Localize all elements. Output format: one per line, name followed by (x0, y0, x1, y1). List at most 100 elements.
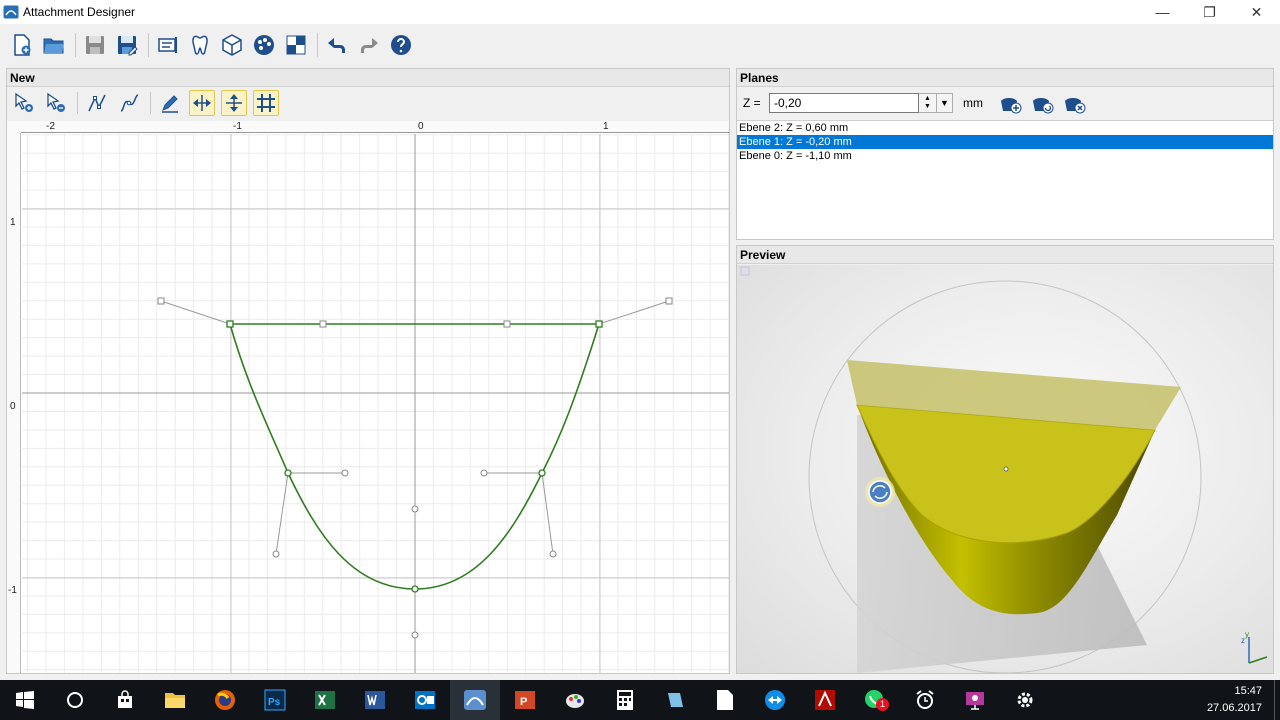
grid-button[interactable] (253, 90, 279, 116)
plane-delete-button[interactable] (1061, 90, 1089, 116)
toolbar-separator (317, 33, 318, 57)
drawing-canvas[interactable]: -2 -1 0 1 1 0 -1 (7, 121, 729, 673)
handle-point[interactable] (319, 320, 327, 328)
save-button[interactable] (81, 31, 109, 59)
tooth-button[interactable] (186, 31, 214, 59)
plane-refresh-button[interactable] (1029, 90, 1057, 116)
new-document-button[interactable] (8, 31, 36, 59)
attachment-designer-taskbar-button[interactable] (450, 680, 500, 720)
major-grid (22, 134, 729, 673)
plane-list-item[interactable]: Ebene 0: Z = -1,10 mm (737, 149, 1273, 163)
alarm-clock-button[interactable] (900, 680, 950, 720)
handle-point[interactable] (341, 469, 349, 477)
ruler-corner (7, 121, 21, 133)
teamviewer-button[interactable] (750, 680, 800, 720)
minor-grid (22, 134, 729, 673)
select-remove-button[interactable] (43, 90, 69, 116)
handle-point[interactable] (157, 297, 165, 305)
alarm-clock-icon (916, 690, 934, 709)
handle-point[interactable] (665, 297, 673, 305)
firefox-icon (215, 690, 235, 710)
excel-button[interactable] (300, 680, 350, 720)
curve-add-button[interactable] (84, 90, 110, 116)
app-window: Attachment Designer — ❐ ✕ New -2 -1 0 1 … (0, 0, 1280, 720)
cortana-button[interactable] (50, 680, 100, 720)
spin-down-icon[interactable]: ▼ (924, 103, 931, 111)
whatsapp-button[interactable]: 1 (850, 680, 900, 720)
restore-button[interactable]: ❐ (1186, 0, 1233, 24)
handle-point[interactable] (411, 631, 419, 639)
new-panel-title: New (7, 69, 729, 87)
plane-list-item[interactable]: Ebene 2: Z = 0,60 mm (737, 121, 1273, 135)
control-point[interactable] (411, 585, 419, 593)
ruler-left: 1 0 -1 (7, 133, 21, 673)
handle-point[interactable] (411, 505, 419, 513)
rotate-handle-icon[interactable] (865, 477, 895, 507)
photoshop-button[interactable]: Ps (250, 680, 300, 720)
adobe-button[interactable] (800, 680, 850, 720)
z-spinner[interactable]: ▲ ▼ (919, 93, 937, 113)
handle-point[interactable] (503, 320, 511, 328)
viewport-corner-icon (740, 266, 750, 276)
firefox-button[interactable] (200, 680, 250, 720)
teamviewer-icon (765, 690, 785, 710)
select-add-button[interactable] (11, 90, 37, 116)
plane-delete-icon (1065, 98, 1086, 114)
powerpoint-button[interactable]: P (500, 680, 550, 720)
start-button[interactable] (0, 680, 50, 720)
save-icon (86, 36, 104, 54)
adobe-icon (815, 690, 835, 710)
control-point[interactable] (538, 469, 546, 477)
calculator-button[interactable] (600, 680, 650, 720)
handle-point[interactable] (480, 469, 488, 477)
file-explorer-button[interactable] (150, 680, 200, 720)
file-button[interactable] (700, 680, 750, 720)
paint-button[interactable] (550, 680, 600, 720)
control-point[interactable] (284, 469, 292, 477)
new-panel: New -2 -1 0 1 1 0 -1 (6, 68, 730, 674)
plane-list-item-selected[interactable]: Ebene 1: Z = -0,20 mm (737, 135, 1273, 149)
app-button[interactable] (650, 680, 700, 720)
redo-button[interactable] (355, 31, 383, 59)
open-button[interactable] (40, 31, 68, 59)
3d-box-icon (222, 34, 242, 56)
checker-button[interactable] (282, 31, 310, 59)
outlook-button[interactable] (400, 680, 450, 720)
y-tick-label: 1 (10, 217, 16, 228)
minimize-button[interactable]: — (1139, 0, 1186, 24)
attachment-designer-icon (464, 690, 486, 710)
word-button[interactable] (350, 680, 400, 720)
presentation-button[interactable] (950, 680, 1000, 720)
palette-button[interactable] (250, 31, 278, 59)
settings-button[interactable] (1000, 680, 1050, 720)
ruler-top: -2 -1 0 1 (21, 121, 729, 133)
handle-point[interactable] (549, 550, 557, 558)
z-unit: mm (963, 96, 983, 110)
mirror-horizontal-button[interactable] (189, 90, 215, 116)
handle-point[interactable] (272, 550, 280, 558)
curve-smooth-button[interactable] (116, 90, 142, 116)
3d-preview-viewport[interactable]: z y (737, 265, 1273, 673)
undo-button[interactable] (323, 31, 351, 59)
save-as-button[interactable] (113, 31, 141, 59)
control-point[interactable] (226, 320, 234, 328)
close-button[interactable]: ✕ (1233, 0, 1280, 24)
control-point[interactable] (595, 320, 603, 328)
3d-preview-render[interactable]: z y (737, 265, 1273, 673)
pen-button[interactable] (157, 90, 183, 116)
attachment-settings-button[interactable] (154, 31, 182, 59)
z-value-input[interactable] (769, 93, 919, 113)
z-dropdown-button[interactable]: ▼ (937, 93, 953, 113)
3d-box-button[interactable] (218, 31, 246, 59)
taskbar-clock[interactable]: 15:47 27.06.2017 (1207, 683, 1262, 717)
spin-up-icon[interactable]: ▲ (924, 95, 931, 103)
store-button[interactable] (100, 680, 150, 720)
checker-icon (286, 35, 306, 55)
plane-add-button[interactable] (997, 90, 1025, 116)
settings-icon (1017, 692, 1033, 708)
help-button[interactable] (387, 31, 415, 59)
mirror-horizontal-icon (193, 95, 211, 111)
show-desktop-button[interactable] (1274, 680, 1280, 720)
mirror-vertical-button[interactable] (221, 90, 247, 116)
curve-editor[interactable] (22, 134, 729, 673)
